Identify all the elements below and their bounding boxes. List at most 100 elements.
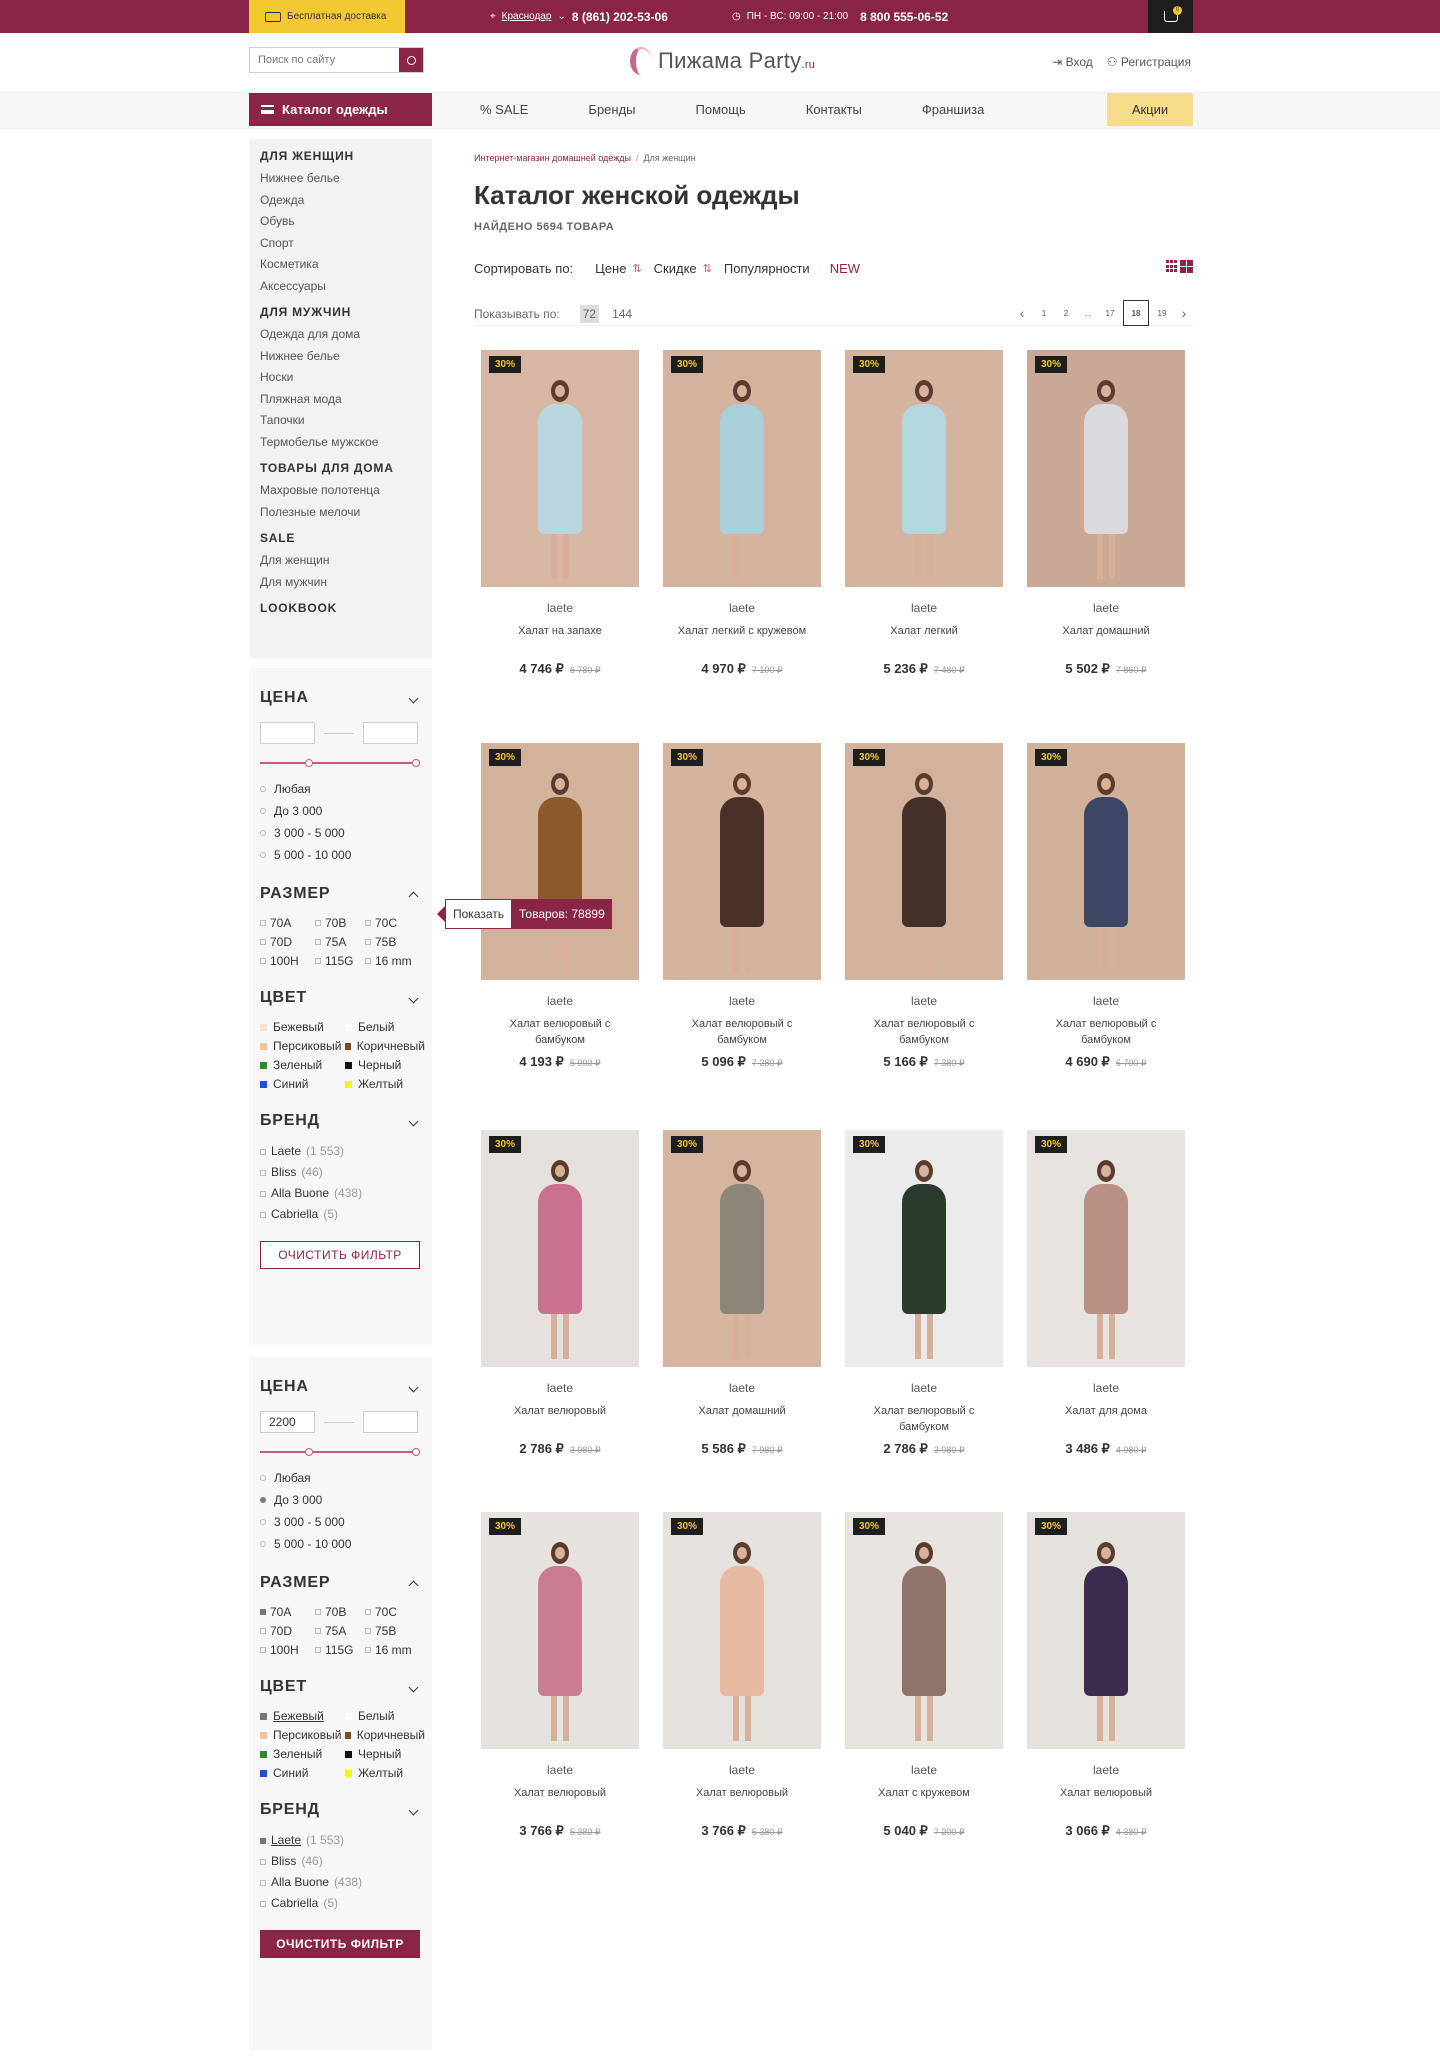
color-option[interactable]: Желтый	[345, 1766, 425, 1780]
register-link[interactable]: Регистрация	[1121, 55, 1191, 69]
size-option[interactable]: 70B	[315, 916, 365, 930]
product-brand[interactable]: laete	[845, 1381, 1003, 1395]
price-option[interactable]: 5 000 - 10 000	[260, 1533, 421, 1555]
sidebar-item[interactable]: Аксессуары	[260, 276, 421, 298]
grid-large-icon[interactable]	[1180, 260, 1193, 273]
size-option[interactable]: 100H	[260, 954, 315, 968]
size-option[interactable]: 70D	[260, 935, 315, 949]
color-option[interactable]: Синий	[260, 1766, 345, 1780]
product-card[interactable]: 30% laete Халат велюровый с бамбуком 5 166 …	[845, 743, 1003, 1070]
sidebar-item[interactable]: Махровые полотенца	[260, 480, 421, 502]
nav-item[interactable]: Контакты	[776, 102, 892, 117]
size-option[interactable]: 115G	[315, 954, 365, 968]
size-option[interactable]: 100H	[260, 1643, 315, 1657]
price-to-input[interactable]	[363, 722, 418, 744]
clear-filter-button[interactable]: ОЧИСТИТЬ ФИЛЬТР	[260, 1241, 420, 1269]
sidebar-heading[interactable]: ТОВАРЫ ДЛЯ ДОМА	[260, 461, 421, 475]
product-card[interactable]: 30% laete Халат велюровый с бамбуком 2 786 …	[845, 1130, 1003, 1457]
free-shipping-banner[interactable]: Бесплатная доставка	[249, 0, 405, 33]
product-name[interactable]: Халат домашний	[663, 1403, 821, 1435]
product-brand[interactable]: laete	[663, 1381, 821, 1395]
product-image[interactable]: 30%	[845, 1512, 1003, 1749]
color-option[interactable]: Черный	[345, 1747, 425, 1761]
color-filter-header[interactable]: ЦВЕТ	[260, 1675, 421, 1699]
size-filter-header[interactable]: РАЗМЕР	[260, 1571, 421, 1595]
product-card[interactable]: 30% laete Халат велюровый с бамбуком 5 096 …	[663, 743, 821, 1070]
nav-item[interactable]: Бренды	[558, 102, 665, 117]
product-name[interactable]: Халат велюровый с бамбуком	[663, 1016, 821, 1048]
sidebar-heading[interactable]: ДЛЯ МУЖЧИН	[260, 305, 421, 319]
product-image[interactable]: 30%	[481, 1130, 639, 1367]
brand-option[interactable]: Laete (1 553)	[260, 1830, 421, 1851]
brand-option[interactable]: Bliss (46)	[260, 1162, 421, 1183]
product-name[interactable]: Халат велюровый с бамбуком	[845, 1403, 1003, 1435]
brand-option[interactable]: Laete (1 553)	[260, 1141, 421, 1162]
product-name[interactable]: Халат для дома	[1027, 1403, 1185, 1435]
size-option[interactable]: 70A	[260, 916, 315, 930]
product-image[interactable]: 30%	[845, 350, 1003, 587]
brand-filter-header[interactable]: БРЕНД	[260, 1109, 421, 1133]
product-image[interactable]: 30%	[663, 743, 821, 980]
color-option[interactable]: Коричневый	[345, 1728, 425, 1742]
phone-local[interactable]: 8 (861) 202-53-06	[572, 10, 668, 24]
product-card[interactable]: 30% laete Халат велюровый 3 766 ₽ 5 380 ₽	[663, 1512, 821, 1839]
product-image[interactable]: 30%	[481, 743, 639, 980]
sort-price[interactable]: Цене ⇅	[595, 261, 641, 276]
brand-option[interactable]: Bliss (46)	[260, 1851, 421, 1872]
product-name[interactable]: Халат велюровый с бамбуком	[481, 1016, 639, 1048]
product-brand[interactable]: laete	[1027, 1381, 1185, 1395]
slider-handle-min[interactable]	[305, 1448, 313, 1456]
product-brand[interactable]: laete	[481, 1381, 639, 1395]
price-to-input[interactable]	[363, 1411, 418, 1433]
sidebar-item[interactable]: Тапочки	[260, 410, 421, 432]
pagination-prev-icon[interactable]: ‹	[1013, 300, 1031, 326]
product-name[interactable]: Халат велюровый с бамбуком	[845, 1016, 1003, 1048]
product-card[interactable]: 30% laete Халат велюровый 3 066 ₽ 4 380 ₽	[1027, 1512, 1185, 1839]
login-link[interactable]: Вход	[1066, 55, 1093, 69]
per-page-option[interactable]: 72	[579, 304, 600, 323]
size-option[interactable]: 75B	[365, 935, 420, 949]
price-from-input[interactable]: 2200	[260, 1411, 315, 1433]
grid-small-icon[interactable]	[1166, 260, 1177, 273]
product-brand[interactable]: laete	[481, 994, 639, 1008]
sidebar-item[interactable]: Спорт	[260, 233, 421, 255]
size-option[interactable]: 115G	[315, 1643, 365, 1657]
phone-toll-free[interactable]: 8 800 555-06-52	[860, 10, 948, 24]
product-image[interactable]: 30%	[663, 1512, 821, 1749]
page-link[interactable]: 18	[1123, 300, 1149, 326]
catalog-button[interactable]: Каталог одежды	[249, 93, 432, 126]
product-image[interactable]: 30%	[1027, 350, 1185, 587]
sidebar-item[interactable]: Нижнее белье	[260, 168, 421, 190]
product-card[interactable]: 30% laete Халат легкий 5 236 ₽ 7 480 ₽	[845, 350, 1003, 677]
site-logo[interactable]: Пижама Party.ru	[630, 41, 815, 81]
color-filter-header[interactable]: ЦВЕТ	[260, 986, 421, 1010]
slider-handle-min[interactable]	[305, 759, 313, 767]
product-brand[interactable]: laete	[481, 1763, 639, 1777]
product-name[interactable]: Халат велюровый с бамбуком	[1027, 1016, 1185, 1048]
product-card[interactable]: 30% laete Халат для дома 3 486 ₽ 4 980 ₽	[1027, 1130, 1185, 1457]
color-option[interactable]: Белый	[345, 1020, 425, 1034]
color-option[interactable]: Зеленый	[260, 1058, 345, 1072]
product-card[interactable]: 30% laete Халат на запахе 4 746 ₽ 6 780 ₽	[481, 350, 639, 677]
brand-option[interactable]: Alla Buone (438)	[260, 1872, 421, 1893]
product-image[interactable]: 30%	[481, 350, 639, 587]
size-option[interactable]: 75A	[315, 1624, 365, 1638]
product-card[interactable]: 30% laete Халат легкий с кружевом 4 970 ₽ 7 …	[663, 350, 821, 677]
color-option[interactable]: Персиковый	[260, 1039, 345, 1053]
price-slider[interactable]	[260, 759, 420, 767]
brand-option[interactable]: Cabriella (5)	[260, 1204, 421, 1225]
product-image[interactable]: 30%	[481, 1512, 639, 1749]
product-card[interactable]: 30% laete Халат велюровый 3 766 ₽ 5 380 ₽	[481, 1512, 639, 1839]
price-option[interactable]: Любая	[260, 1467, 421, 1489]
product-image[interactable]: 30%	[845, 743, 1003, 980]
price-slider[interactable]	[260, 1448, 420, 1456]
product-brand[interactable]: laete	[481, 601, 639, 615]
brand-option[interactable]: Cabriella (5)	[260, 1893, 421, 1914]
size-option[interactable]: 70C	[365, 916, 420, 930]
color-option[interactable]: Синий	[260, 1077, 345, 1091]
product-name[interactable]: Халат с кружевом	[845, 1785, 1003, 1817]
color-option[interactable]: Черный	[345, 1058, 425, 1072]
price-filter-header[interactable]: ЦЕНА	[260, 1375, 421, 1399]
promo-link[interactable]: Акции	[1107, 93, 1193, 126]
price-from-input[interactable]	[260, 722, 315, 744]
